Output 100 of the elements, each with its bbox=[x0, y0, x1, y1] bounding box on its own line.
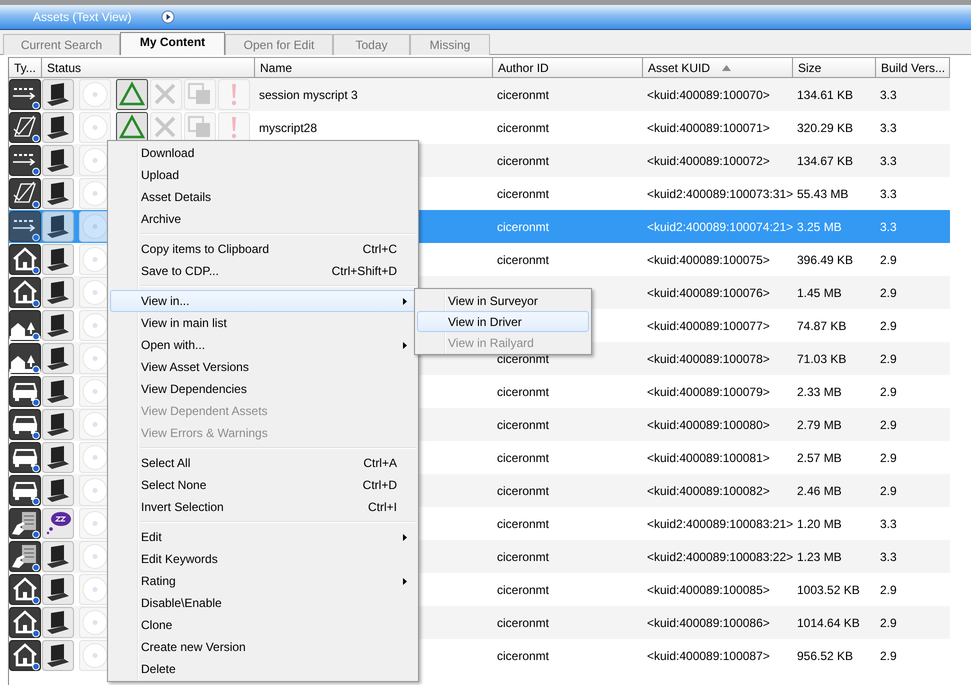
table-cell-text: 3.3 bbox=[879, 154, 898, 168]
table-cell-text: 3.3 bbox=[879, 120, 898, 134]
table-cell-text: 2.57 MB bbox=[796, 450, 843, 464]
menu-item[interactable]: Asset Details bbox=[110, 186, 416, 208]
table-cell-text: 71.03 KB bbox=[796, 352, 848, 366]
table-cell-text: 74.87 KB bbox=[796, 318, 848, 332]
table-cell-text: <kuid2:400089:100073:31> bbox=[646, 186, 793, 200]
table-cell-text: <kuid2:400089:100083:21> bbox=[646, 516, 793, 530]
table-cell-text: 3.25 MB bbox=[796, 220, 843, 234]
menu-item[interactable]: View in Driver bbox=[417, 311, 589, 332]
table-cell-text: session myscript 3 bbox=[258, 88, 359, 102]
tab[interactable]: My Content bbox=[120, 32, 225, 55]
table-cell-text: 2.33 MB bbox=[796, 384, 843, 398]
table-cell-text: 2.9 bbox=[879, 318, 898, 332]
table-cell-text: 320.29 KB bbox=[796, 120, 854, 134]
sequence-icon bbox=[9, 211, 41, 242]
play-circle-icon[interactable] bbox=[161, 10, 175, 24]
laptop-icon bbox=[42, 211, 74, 242]
table-cell-text: 2.9 bbox=[879, 648, 898, 662]
table-cell-text: ciceronmt bbox=[496, 582, 550, 596]
table-cell-text: 1.45 MB bbox=[796, 286, 843, 300]
shortcut-label: Ctrl+I bbox=[368, 500, 397, 514]
table-cell-text: 2.46 MB bbox=[796, 484, 843, 498]
tab[interactable]: Today bbox=[333, 34, 410, 55]
table-cell-text: 1.23 MB bbox=[796, 550, 843, 564]
menu-item[interactable]: Invert Selection Ctrl+I bbox=[110, 496, 416, 518]
tab[interactable]: Current Search bbox=[3, 34, 120, 55]
column-header[interactable]: Build Vers... bbox=[876, 57, 950, 78]
menu-item[interactable]: View Asset Versions bbox=[110, 356, 416, 378]
table-cell-text: 1014.64 KB bbox=[796, 616, 861, 630]
table-cell-text: 3.3 bbox=[879, 88, 898, 102]
table-cell-text: ciceronmt bbox=[496, 418, 550, 432]
table-cell-text: 1.20 MB bbox=[796, 516, 843, 530]
menu-item[interactable]: Archive bbox=[110, 208, 416, 230]
table-cell-text: 3.3 bbox=[879, 550, 898, 564]
column-header[interactable]: Ty... bbox=[9, 57, 42, 78]
menu-item[interactable]: Rating bbox=[110, 570, 416, 592]
table-cell-text: ciceronmt bbox=[496, 88, 550, 102]
table-cell-text: <kuid:400089:100082> bbox=[646, 484, 771, 498]
table-cell-text: 2.9 bbox=[879, 582, 898, 596]
shortcut-label: Ctrl+Shift+D bbox=[332, 264, 397, 278]
column-header[interactable]: Size bbox=[793, 57, 876, 78]
table-cell-text: <kuid:400089:100079> bbox=[646, 384, 771, 398]
table-cell-text: ciceronmt bbox=[496, 450, 550, 464]
table-cell-text: <kuid:400089:100087> bbox=[646, 648, 771, 662]
table-cell-text: <kuid:400089:100070> bbox=[646, 88, 771, 102]
menu-item[interactable]: Upload bbox=[110, 164, 416, 186]
table-cell-text: 2.9 bbox=[879, 352, 898, 366]
table-cell-text: <kuid:400089:100078> bbox=[646, 352, 771, 366]
tab[interactable]: Open for Edit bbox=[225, 34, 333, 55]
window-title: Assets (Text View) bbox=[33, 10, 132, 24]
table-cell-text: 2.9 bbox=[879, 484, 898, 498]
menu-item[interactable]: Edit bbox=[110, 526, 416, 548]
table-cell-text: 1003.52 KB bbox=[796, 582, 861, 596]
table-cell-text: 55.43 MB bbox=[796, 186, 850, 200]
shortcut-label: Ctrl+D bbox=[362, 478, 397, 492]
table-cell-text: 2.9 bbox=[879, 286, 898, 300]
menu-item[interactable]: Save to CDP... Ctrl+Shift+D bbox=[110, 260, 416, 282]
table-cell-text: 3.3 bbox=[879, 220, 898, 234]
table-cell-text: 3.3 bbox=[879, 186, 898, 200]
table-cell-text: ciceronmt bbox=[496, 252, 550, 266]
table-cell-text: <kuid:400089:100076> bbox=[646, 286, 771, 300]
table-cell-text: 956.52 KB bbox=[796, 648, 854, 662]
table-cell-text: ciceronmt bbox=[496, 616, 550, 630]
menu-item[interactable]: View Dependencies bbox=[110, 378, 416, 400]
menu-item[interactable]: Select All Ctrl+A bbox=[110, 452, 416, 474]
table-cell-text: 2.9 bbox=[879, 252, 898, 266]
table-cell-text: <kuid2:400089:100083:22> bbox=[646, 550, 793, 564]
menu-item[interactable]: Open with... bbox=[110, 334, 416, 356]
table-cell-text: ciceronmt bbox=[496, 220, 550, 234]
tab[interactable]: Missing bbox=[410, 34, 490, 55]
table-cell-text: <kuid:400089:100080> bbox=[646, 418, 771, 432]
table-cell-text: ciceronmt bbox=[496, 120, 550, 134]
menu-item[interactable]: Clone bbox=[110, 614, 416, 636]
table-cell-text: ciceronmt bbox=[496, 648, 550, 662]
table-cell-text: 2.9 bbox=[879, 450, 898, 464]
menu-item[interactable]: Select None Ctrl+D bbox=[110, 474, 416, 496]
table-cell-text: ciceronmt bbox=[496, 352, 550, 366]
table-cell-text: 2.9 bbox=[879, 616, 898, 630]
menu-item[interactable]: Create new Version bbox=[110, 636, 416, 658]
table-cell-text: ciceronmt bbox=[496, 384, 550, 398]
table-cell-text: ciceronmt bbox=[496, 484, 550, 498]
column-header[interactable]: Asset KUID bbox=[643, 57, 793, 78]
menu-item[interactable]: View in Surveyor bbox=[417, 290, 589, 311]
menu-item[interactable]: Delete bbox=[110, 658, 416, 680]
column-header[interactable]: Status bbox=[42, 57, 255, 78]
menu-item[interactable]: View in... bbox=[110, 290, 416, 312]
menu-item[interactable]: Copy items to Clipboard Ctrl+C bbox=[110, 238, 416, 260]
menu-item[interactable]: Disable\Enable bbox=[110, 592, 416, 614]
menu-item[interactable]: Edit Keywords bbox=[110, 548, 416, 570]
table-cell-text: <kuid:400089:100072> bbox=[646, 154, 771, 168]
table-cell-text: <kuid:400089:100077> bbox=[646, 318, 771, 332]
column-header[interactable]: Name bbox=[255, 57, 493, 78]
table-cell-text: 2.9 bbox=[879, 384, 898, 398]
table-cell-text: ciceronmt bbox=[496, 154, 550, 168]
table-cell-text: <kuid:400089:100085> bbox=[646, 582, 771, 596]
table-cell-text: <kuid:400089:100081> bbox=[646, 450, 771, 464]
menu-item[interactable]: Download bbox=[110, 142, 416, 164]
column-header[interactable]: Author ID bbox=[493, 57, 643, 78]
menu-item[interactable]: View in main list bbox=[110, 312, 416, 334]
